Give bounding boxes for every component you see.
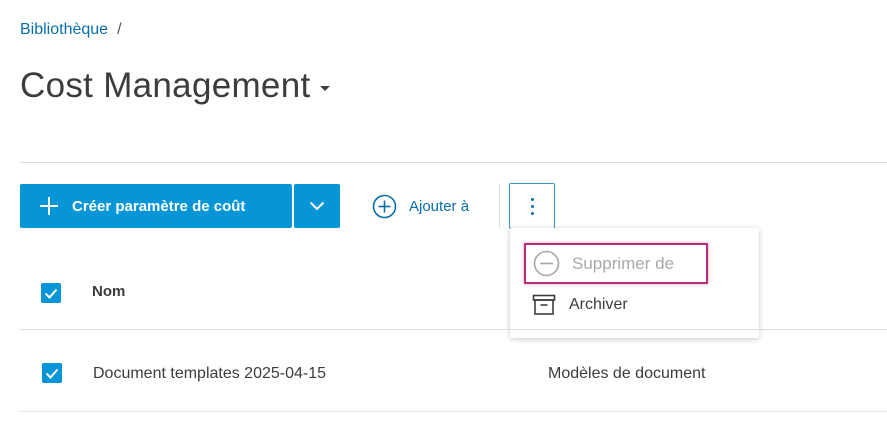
- create-cost-parameter-button[interactable]: Créer paramètre de coût: [20, 184, 292, 228]
- create-cost-parameter-label: Créer paramètre de coût: [72, 197, 246, 215]
- breadcrumb: Bibliothèque /: [20, 21, 122, 39]
- add-to-label: Ajouter à: [409, 197, 470, 215]
- table-row-divider: [20, 411, 887, 412]
- toolbar-separator: [499, 184, 500, 228]
- check-icon: [45, 368, 59, 379]
- divider: [20, 162, 887, 163]
- menu-item-archive-label: Archiver: [569, 296, 628, 313]
- plus-icon: [40, 197, 58, 215]
- more-options-button[interactable]: [509, 183, 555, 229]
- breadcrumb-link-library[interactable]: Bibliothèque: [20, 21, 108, 39]
- table-header-divider: [20, 329, 887, 330]
- menu-item-remove-from-label: Supprimer de: [572, 253, 675, 273]
- archive-box-icon: [532, 294, 556, 315]
- menu-item-remove-from[interactable]: Supprimer de: [524, 243, 708, 284]
- chevron-down-icon: [309, 201, 325, 211]
- create-options-dropdown-button[interactable]: [294, 184, 340, 228]
- menu-item-archive[interactable]: Archiver: [532, 292, 628, 318]
- page-title-dropdown[interactable]: Cost Management: [20, 66, 331, 106]
- select-all-checkbox[interactable]: [41, 283, 61, 303]
- plus-circle-icon: [372, 194, 397, 218]
- add-to-button[interactable]: Ajouter à: [372, 184, 469, 228]
- column-header-name[interactable]: Nom: [92, 283, 125, 300]
- caret-down-icon: [320, 85, 331, 91]
- row-checkbox[interactable]: [42, 363, 62, 383]
- more-options-menu: Supprimer de Archiver: [510, 228, 759, 338]
- breadcrumb-separator: /: [117, 21, 122, 38]
- more-vertical-icon: [530, 197, 534, 201]
- minus-circle-icon: [533, 250, 560, 277]
- row-name-cell[interactable]: Document templates 2025-04-15: [93, 365, 326, 383]
- row-type-cell: Modèles de document: [548, 365, 706, 382]
- page-title: Cost Management: [20, 66, 311, 105]
- check-icon: [44, 288, 58, 299]
